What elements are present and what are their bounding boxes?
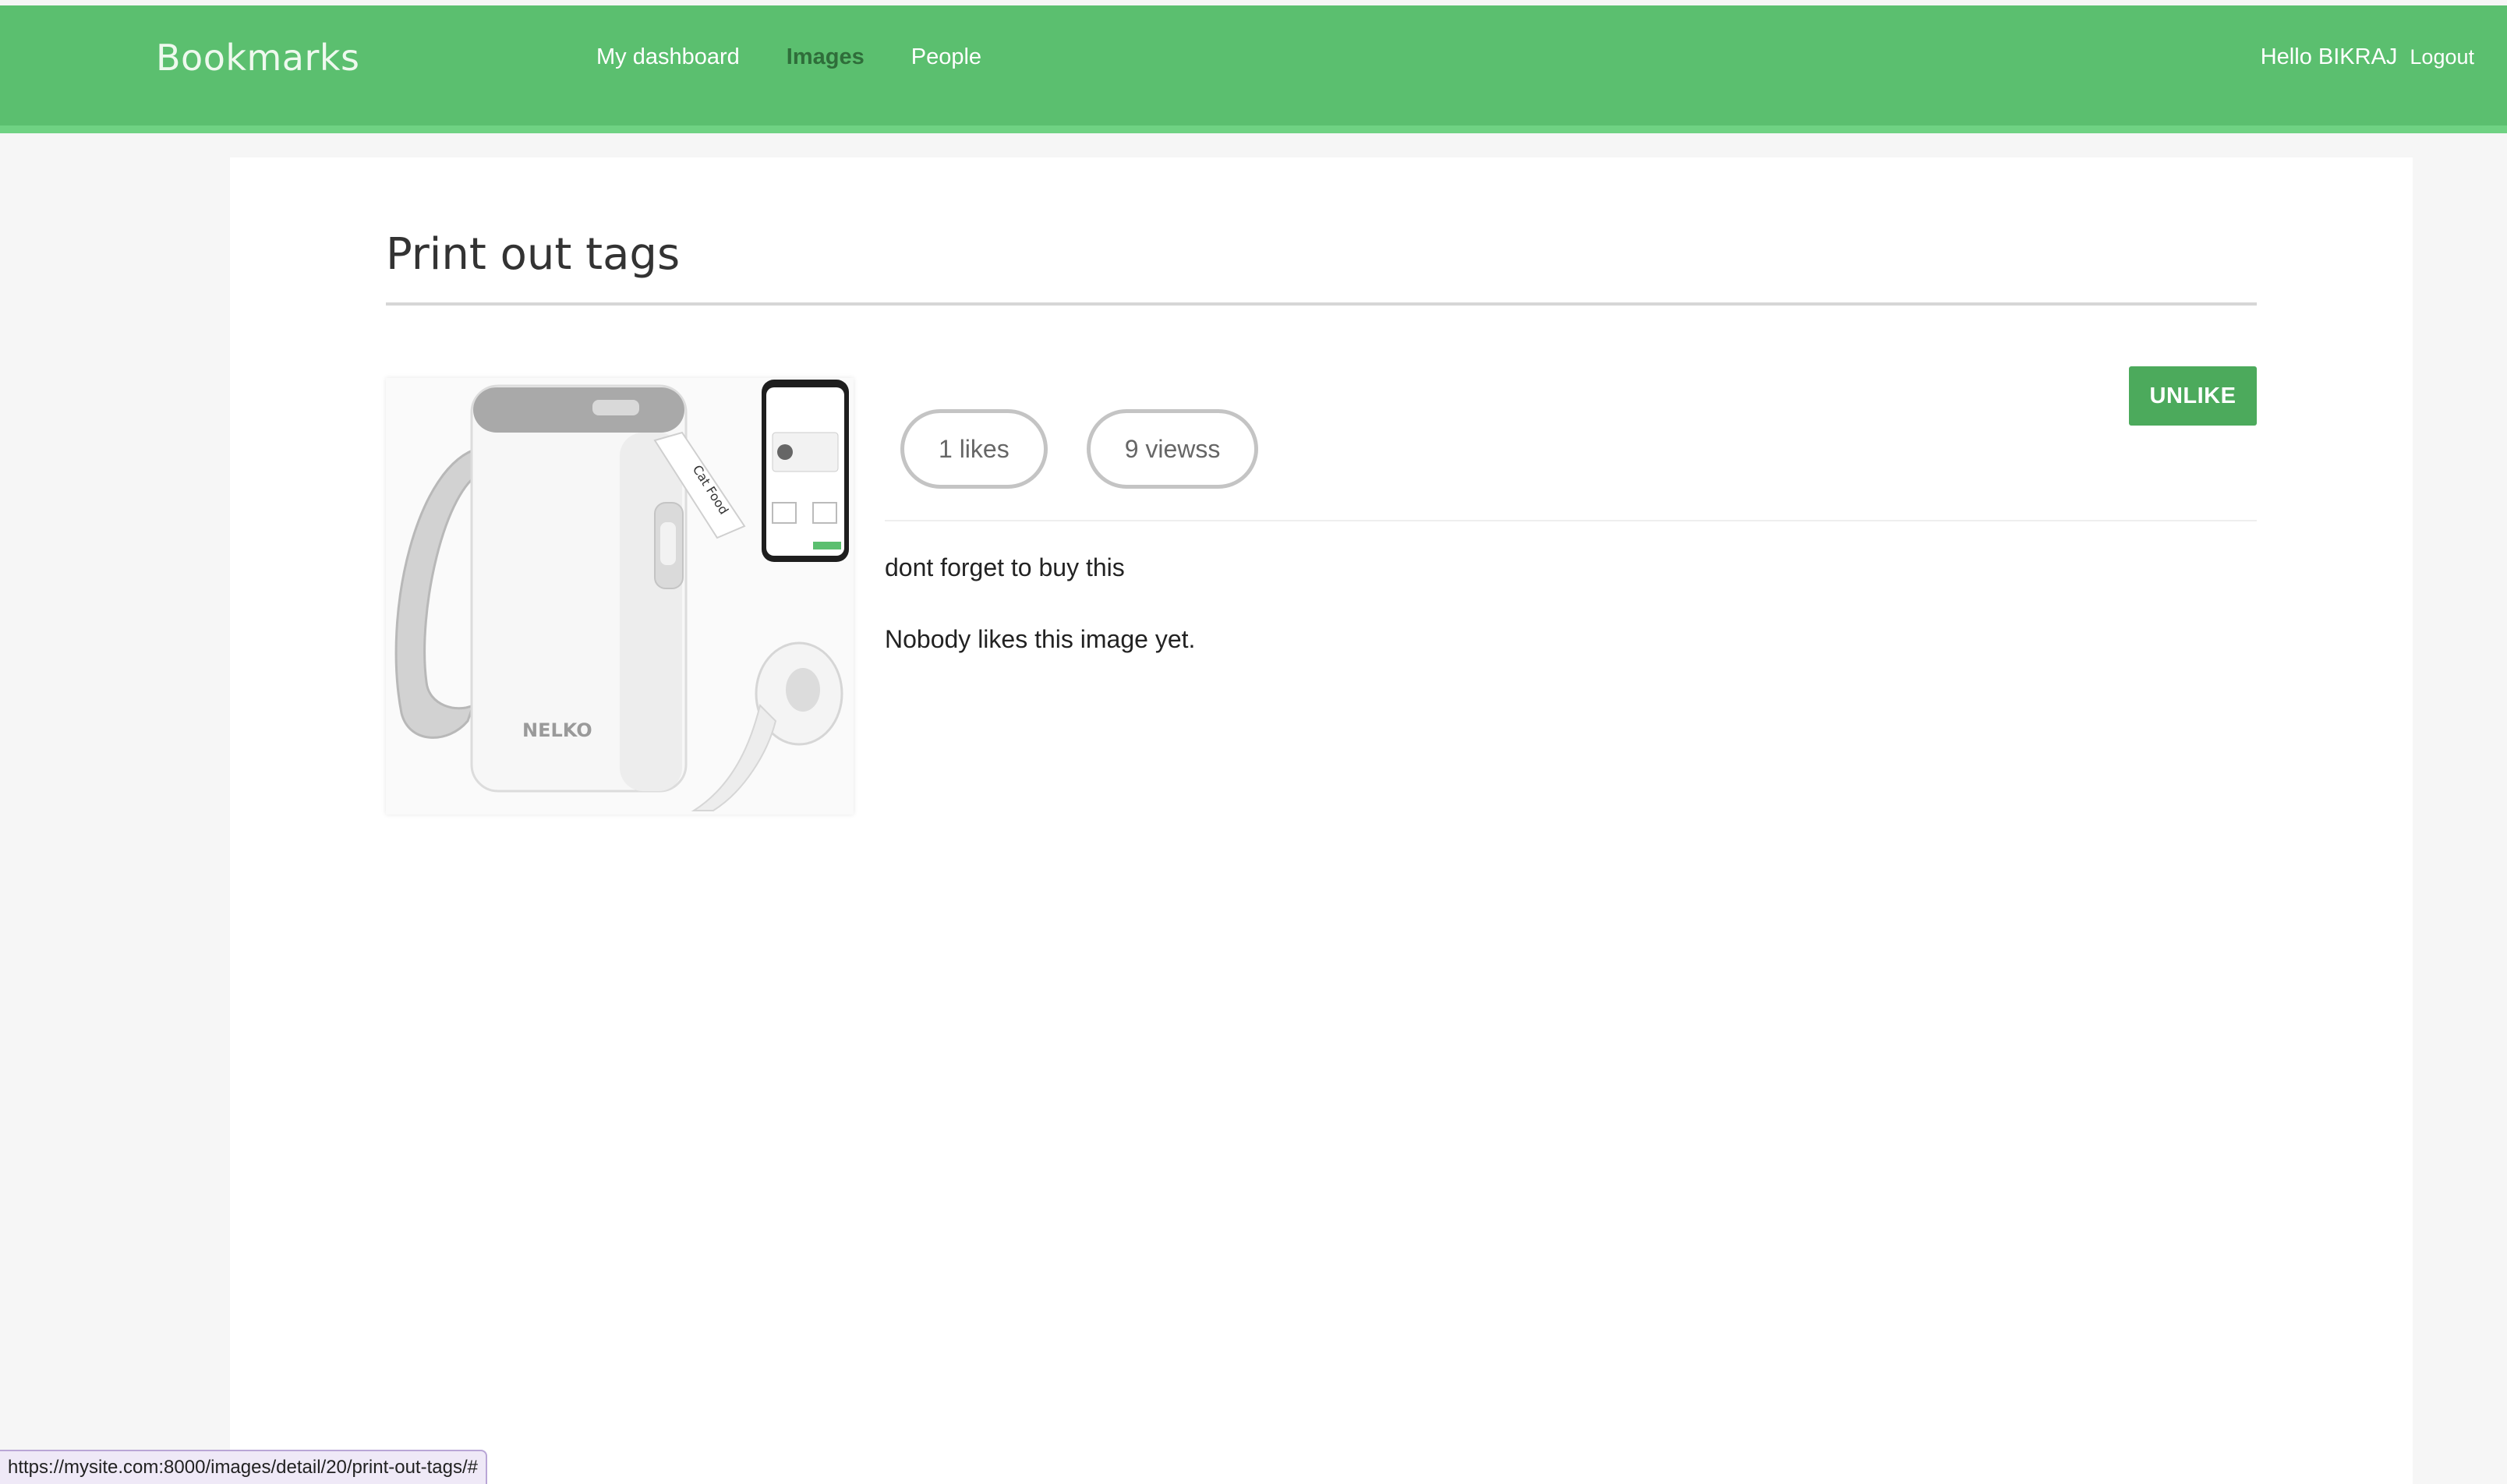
main-nav: My dashboard Images People [596,44,981,70]
product-image[interactable]: Cat Food NELKO [386,378,854,814]
unlike-button[interactable]: UNLIKE [2129,366,2257,426]
brand-text: NELKO [522,719,592,741]
likers-text: Nobody likes this image yet. [885,625,1196,653]
label-printer-illustration: Cat Food NELKO [386,378,854,814]
image-stats: 1 likes 9 viewss [900,409,1259,489]
user-greeting: Hello BIKRAJ [2260,44,2398,69]
stats-divider [885,520,2257,521]
likes-count: 1 likes [900,409,1048,489]
browser-status-bar: https://mysite.com:8000/images/detail/20… [0,1450,487,1484]
nav-item-images[interactable]: Images [787,44,865,70]
site-header: Bookmarks My dashboard Images People Hel… [0,5,2507,133]
nav-item-dashboard[interactable]: My dashboard [596,44,740,70]
user-menu: Hello BIKRAJ Logout [2261,44,2474,70]
image-description: dont forget to buy this [885,553,1125,581]
site-logo[interactable]: Bookmarks [156,37,360,79]
title-divider [386,302,2257,306]
content-card: Print out tags Cat Food NELKO 1 likes 9 … [230,157,2413,1484]
nav-item-people[interactable]: People [911,44,981,70]
logout-link[interactable]: Logout [2410,45,2474,69]
page-title: Print out tags [386,229,681,280]
views-count: 9 viewss [1086,409,1259,489]
